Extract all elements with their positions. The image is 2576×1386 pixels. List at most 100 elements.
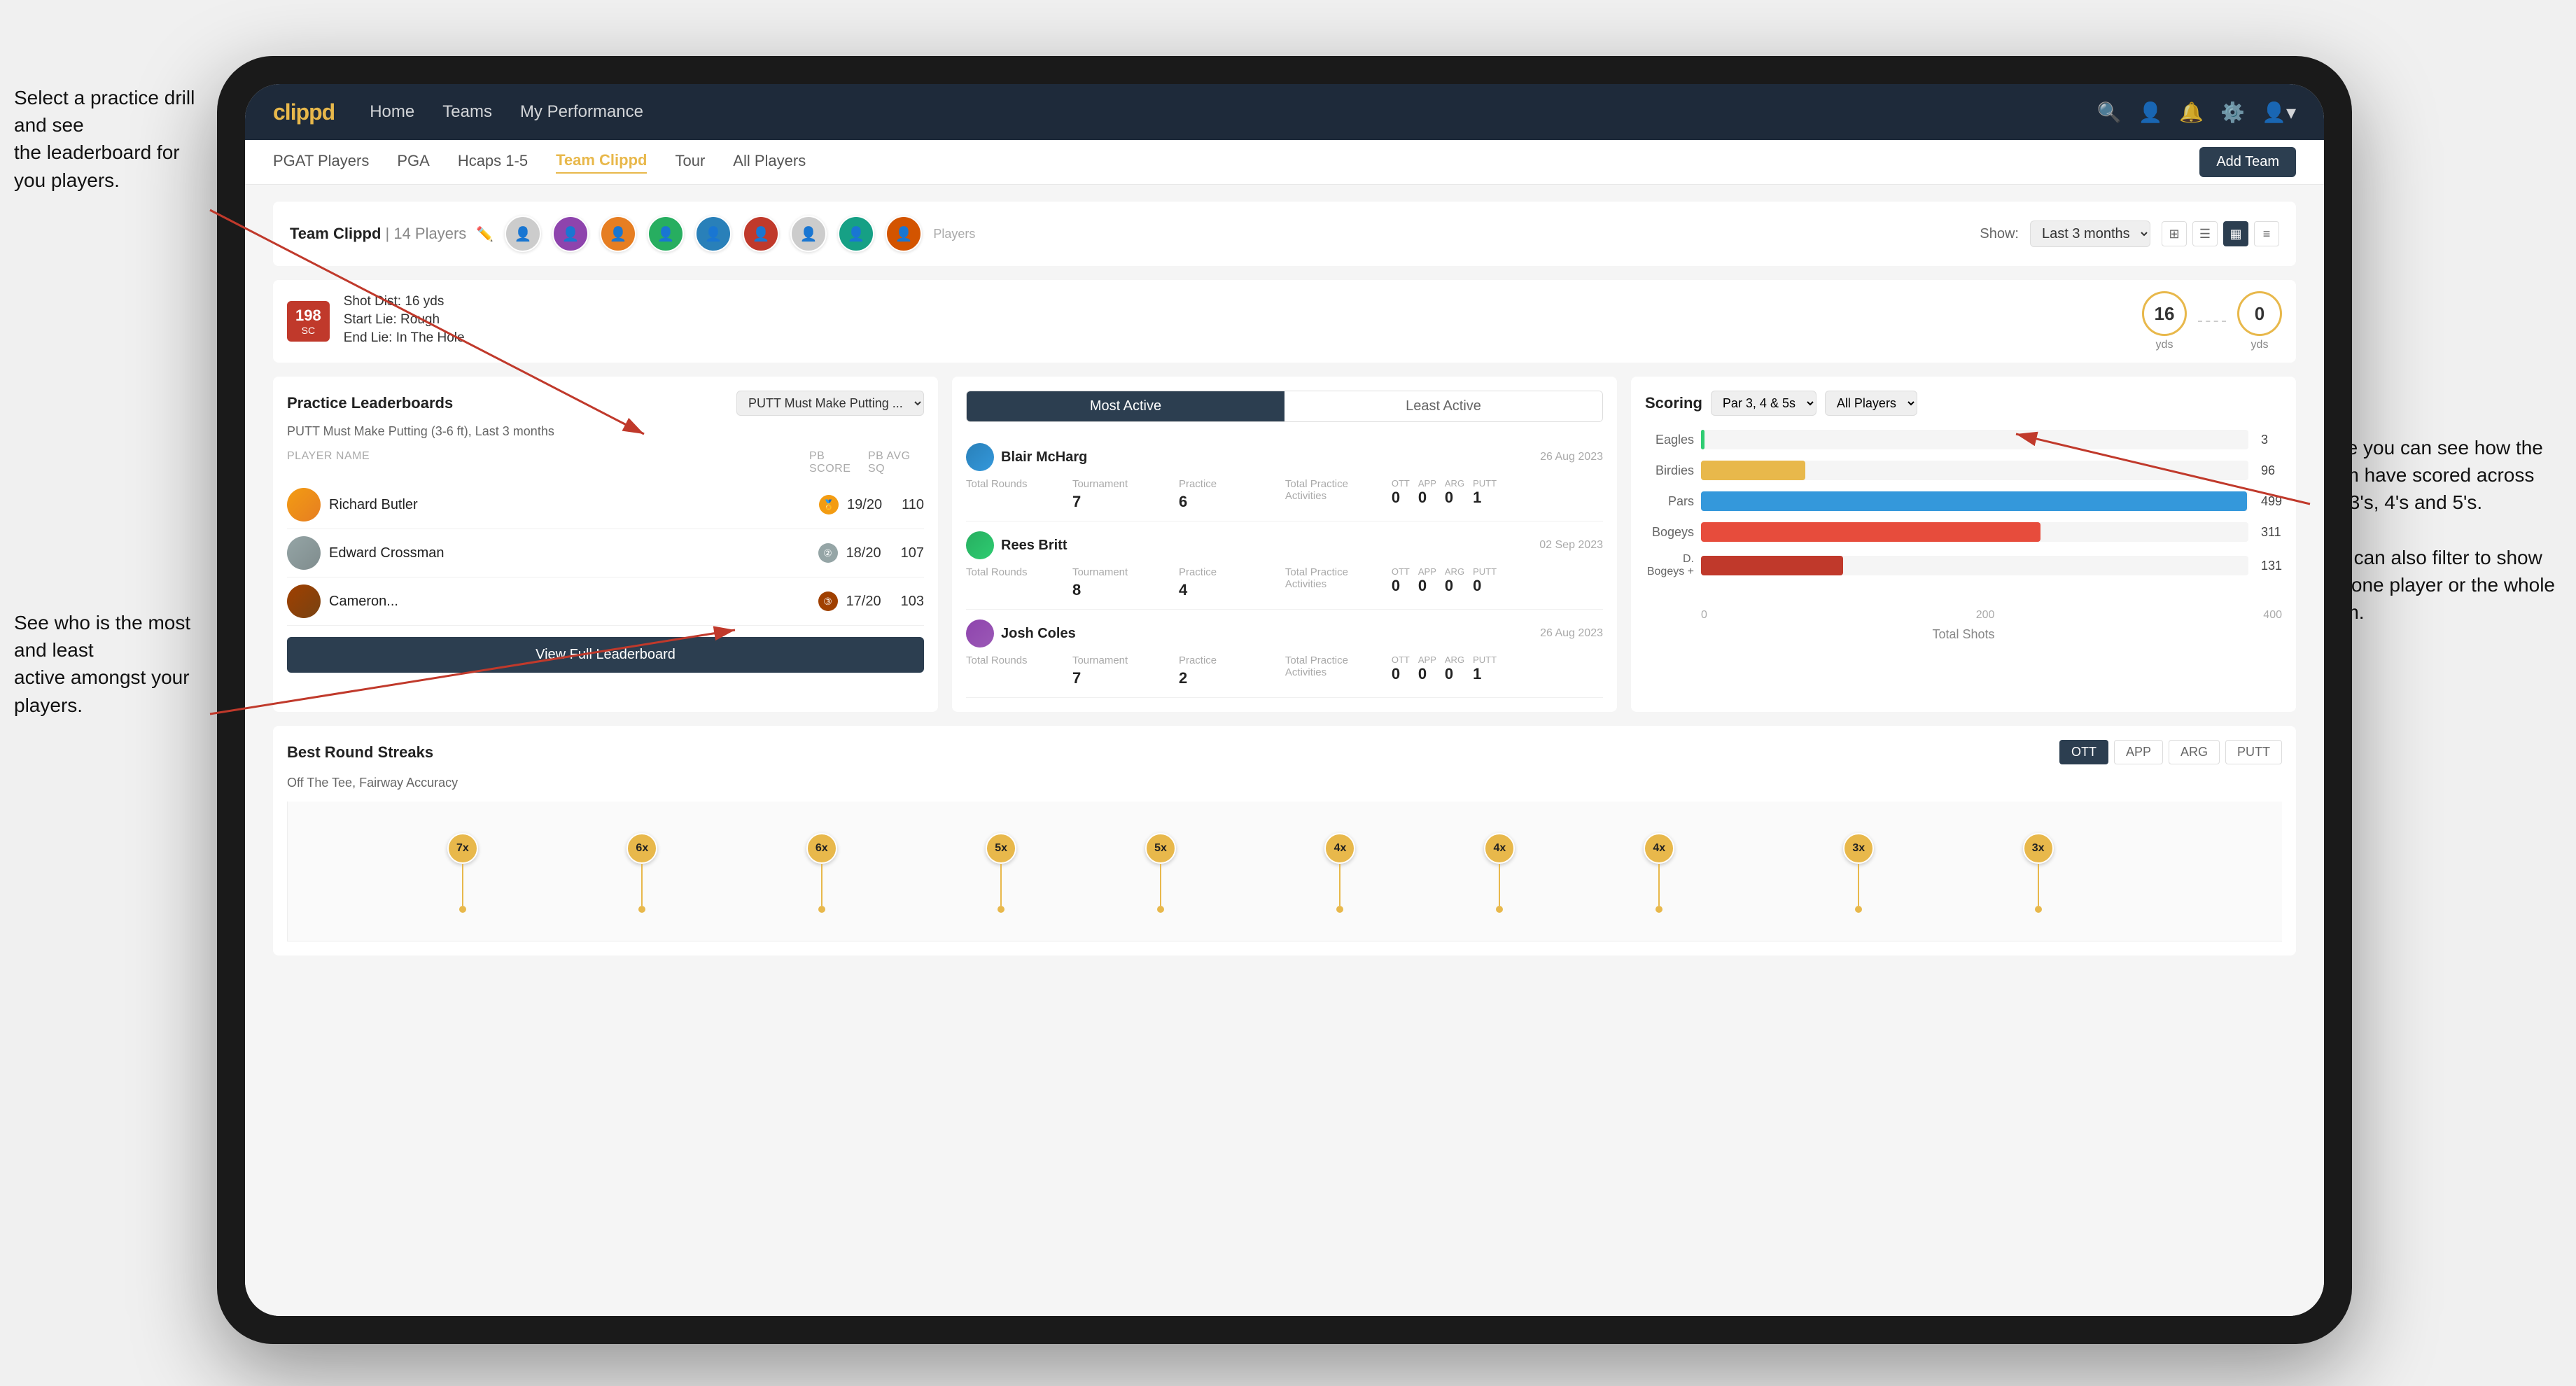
bar-row-eagles: Eagles 3: [1645, 430, 2282, 449]
pc-stats-blair: Total Rounds Tournament 7 Practice 6: [966, 478, 1603, 511]
stat-practice-blair: Practice 6: [1179, 478, 1280, 511]
scoring-filter-par[interactable]: Par 3, 4 & 5s: [1711, 391, 1816, 416]
player-card-blair: Blair McHarg 26 Aug 2023 Total Rounds To…: [966, 433, 1603, 522]
pc-date-rees: 02 Sep 2023: [1539, 539, 1603, 552]
needle-line-5x-2: [1160, 864, 1161, 906]
bell-icon[interactable]: 🔔: [2179, 101, 2204, 124]
subnav-pga[interactable]: PGA: [397, 152, 429, 173]
settings-icon[interactable]: ⚙️: [2220, 101, 2245, 124]
edit-team-icon[interactable]: ✏️: [476, 227, 493, 242]
col-pb-avg: PB AVG SQ: [868, 450, 924, 475]
player-avatar-4: 👤: [648, 216, 684, 252]
players-label: Players: [933, 227, 975, 241]
circle-val-1: 16: [2142, 291, 2187, 336]
streaks-tab-arg[interactable]: ARG: [2169, 740, 2220, 764]
lb-avatar-1: [287, 488, 321, 522]
lb-avg-2: 107: [901, 545, 924, 561]
lb-name-3: Cameron...: [329, 594, 814, 610]
needle-dot-4x-1: [1336, 906, 1343, 913]
lb-header: Practice Leaderboards PUTT Must Make Put…: [287, 391, 924, 416]
nav-icons: 🔍 👤 🔔 ⚙️ 👤▾: [2097, 101, 2296, 124]
lb-badge-1: 🏅: [819, 495, 839, 514]
needle-badge-7x-1: 7x: [447, 833, 478, 864]
bar-row-birdies: Birdies 96: [1645, 461, 2282, 480]
needle-5x-2: 5x: [1145, 833, 1176, 913]
scoring-filter-players[interactable]: All Players: [1825, 391, 1917, 416]
shot-details: Shot Dist: 16 yds Start Lie: Rough End L…: [344, 294, 465, 349]
drill-full: PUTT Must Make Putting (3-6 ft),: [287, 424, 472, 438]
shot-detail-3: End Lie: In The Hole: [344, 330, 465, 346]
subnav-hcaps[interactable]: Hcaps 1-5: [458, 152, 528, 173]
user-menu-icon[interactable]: 👤▾: [2262, 101, 2296, 124]
tablet-screen: clippd Home Teams My Performance 🔍 👤 🔔 ⚙…: [245, 84, 2324, 1316]
bar-fill-dbogeys: [1701, 556, 1843, 575]
needle-5x-1: 5x: [986, 833, 1016, 913]
needle-dot-6x-1: [638, 906, 645, 913]
person-icon[interactable]: 👤: [2138, 101, 2162, 124]
card-view-icon[interactable]: ▦: [2223, 221, 2248, 246]
team-title: Team Clippd | 14 Players: [290, 225, 470, 242]
needle-badge-3x-1: 3x: [1843, 833, 1874, 864]
lb-title: Practice Leaderboards: [287, 394, 453, 412]
shot-dist-value: 198: [295, 307, 321, 324]
subnav-tour[interactable]: Tour: [675, 152, 705, 173]
needle-line-4x-1: [1339, 864, 1340, 906]
annotation-bottom-left-text: See who is the most and least active amo…: [14, 612, 190, 716]
stat-activities-label-josh: Total Practice Activities: [1285, 654, 1386, 687]
circle-val-2: 0: [2237, 291, 2282, 336]
stat-tournament-blair: Tournament 7: [1072, 478, 1173, 511]
subnav-pgat[interactable]: PGAT Players: [273, 152, 369, 173]
bar-container-bogeys: [1701, 522, 2248, 542]
add-team-button[interactable]: Add Team: [2199, 147, 2296, 177]
subnav-allplayers[interactable]: All Players: [733, 152, 806, 173]
stat-activities-josh: OTT 0 APP 0 ARG 0: [1392, 654, 1497, 687]
nav-myperformance[interactable]: My Performance: [520, 102, 643, 122]
lb-score-2: 18/20: [846, 545, 881, 561]
lb-name-2: Edward Crossman: [329, 545, 814, 561]
bar-value-dbogeys: 131: [2261, 559, 2282, 573]
needle-line-3x-2: [2038, 864, 2039, 906]
view-leaderboard-button[interactable]: View Full Leaderboard: [287, 637, 924, 673]
pc-name-rees: Rees Britt: [1001, 538, 1532, 554]
sub-nav: PGAT Players PGA Hcaps 1-5 Team Clippd T…: [245, 140, 2324, 185]
pc-avatar-josh: [966, 620, 994, 648]
streaks-tab-ott[interactable]: OTT: [2059, 740, 2108, 764]
needle-badge-4x-3: 4x: [1644, 833, 1674, 864]
list-view-icon[interactable]: ☰: [2192, 221, 2218, 246]
needle-badge-5x-1: 5x: [986, 833, 1016, 864]
search-icon[interactable]: 🔍: [2097, 101, 2122, 124]
needle-line-3x-1: [1858, 864, 1859, 906]
least-active-tab[interactable]: Least Active: [1284, 391, 1602, 421]
subnav-teamclippd[interactable]: Team Clippd: [556, 151, 647, 174]
col-player: PLAYER NAME: [287, 450, 806, 475]
nav-teams[interactable]: Teams: [442, 102, 492, 122]
streaks-tab-putt[interactable]: PUTT: [2225, 740, 2282, 764]
pc-stats-josh: Total Rounds Tournament 7 Practice 2: [966, 654, 1603, 687]
shot-detail-2: Start Lie: Rough: [344, 312, 465, 328]
bar-fill-eagles: [1701, 430, 1704, 449]
bar-value-pars: 499: [2261, 494, 2282, 509]
needle-line-6x-1: [641, 864, 643, 906]
drill-period: Last 3 months: [475, 424, 554, 438]
grid-view-icon[interactable]: ⊞: [2162, 221, 2187, 246]
player-avatar-7: 👤: [790, 216, 827, 252]
show-select[interactable]: Last 3 months Last 6 months Last year: [2030, 220, 2150, 247]
drill-select[interactable]: PUTT Must Make Putting ...: [736, 391, 924, 416]
view-icons: ⊞ ☰ ▦ ≡: [2162, 221, 2279, 246]
bar-fill-pars: [1701, 491, 2247, 511]
most-active-tab[interactable]: Most Active: [967, 391, 1284, 421]
player-avatar-5: 👤: [695, 216, 732, 252]
needle-badge-5x-2: 5x: [1145, 833, 1176, 864]
lb-row-1: Richard Butler 🏅 19/20 110: [287, 481, 924, 529]
scoring-header: Scoring Par 3, 4 & 5s All Players: [1645, 391, 2282, 416]
nav-home[interactable]: Home: [370, 102, 414, 122]
lb-row-2: Edward Crossman ② 18/20 107: [287, 529, 924, 578]
lb-avg-3: 103: [901, 594, 924, 610]
streaks-tab-app[interactable]: APP: [2114, 740, 2163, 764]
stat-practice-rees: Practice 4: [1179, 566, 1280, 599]
player-avatar-9: 👤: [886, 216, 922, 252]
stat-tournament-josh: Tournament 7: [1072, 654, 1173, 687]
bar-label-pars: Pars: [1645, 494, 1694, 509]
pc-name-josh: Josh Coles: [1001, 626, 1533, 642]
table-view-icon[interactable]: ≡: [2254, 221, 2279, 246]
